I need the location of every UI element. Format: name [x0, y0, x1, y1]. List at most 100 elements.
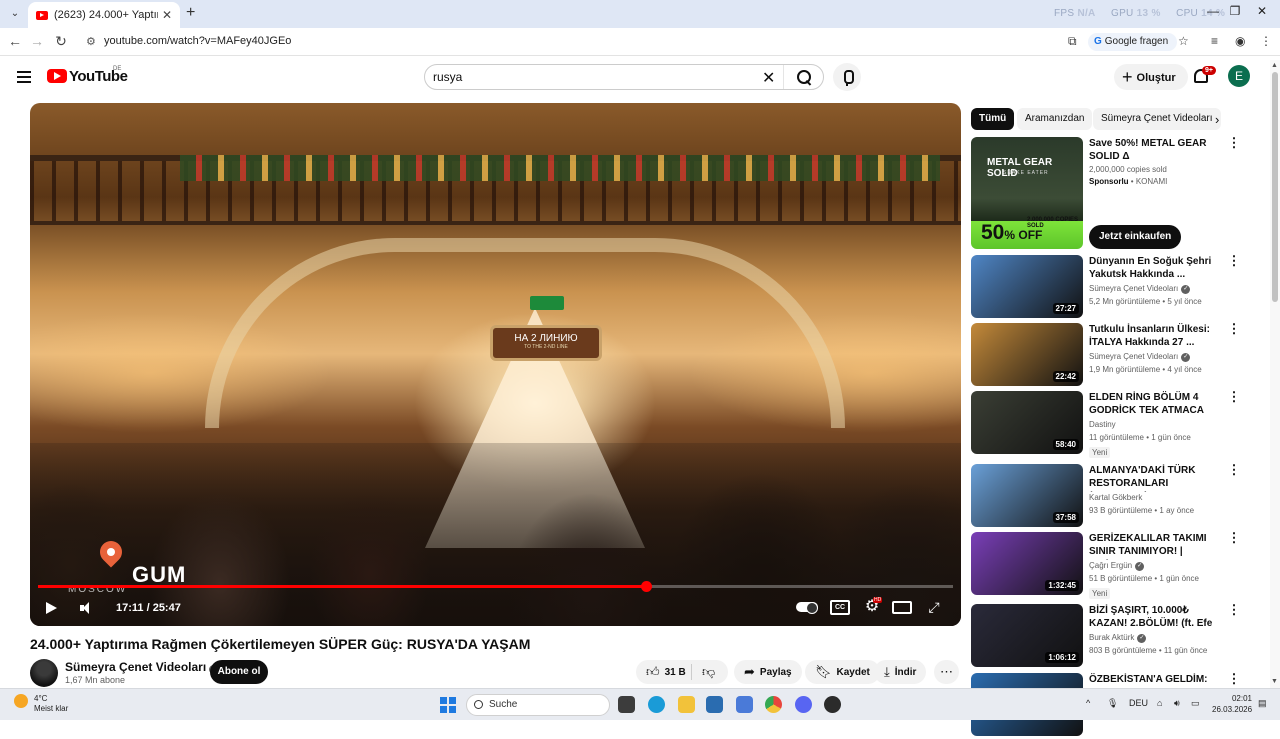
- weather-icon[interactable]: [14, 694, 28, 708]
- subtitles-icon[interactable]: CC: [830, 600, 850, 615]
- progress-scrubber[interactable]: [640, 581, 652, 592]
- subscribe-button[interactable]: Abone ol: [210, 660, 268, 684]
- app-icon[interactable]: [736, 696, 753, 713]
- download-button[interactable]: ⤓ İndir: [874, 660, 927, 684]
- ad-thumbnail[interactable]: METAL GEAR SOLID SNAKE EATER 2.000.000 C…: [971, 137, 1083, 249]
- task-view-icon[interactable]: [618, 696, 635, 713]
- account-avatar[interactable]: E: [1228, 65, 1250, 87]
- window-close-icon[interactable]: ✕: [1252, 4, 1272, 18]
- youtube-logo-icon[interactable]: [47, 69, 67, 83]
- fullscreen-icon[interactable]: ⤢: [924, 599, 944, 615]
- weather-widget[interactable]: 4°C Meist klar: [34, 694, 68, 714]
- discord-icon[interactable]: [795, 696, 812, 713]
- edge-icon[interactable]: [648, 696, 665, 713]
- obs-icon[interactable]: [824, 696, 841, 713]
- recommendation-item[interactable]: 37:58 ALMANYA'DAKİ TÜRK RESTORANLARI (HAM…: [971, 463, 1251, 530]
- search-clear-icon[interactable]: ✕: [762, 68, 775, 88]
- scroll-up-arrow-icon[interactable]: ▲: [1271, 62, 1278, 69]
- mic-tray-icon[interactable]: 🎙︎: [1107, 698, 1118, 709]
- speaker-icon[interactable]: 🔊︎: [1174, 698, 1180, 709]
- restore-icon[interactable]: ❐: [1225, 4, 1245, 18]
- chip-channel[interactable]: Sümeyra Çenet Videoları: [1093, 108, 1221, 130]
- minimize-icon[interactable]: —: [1203, 4, 1223, 18]
- ad-title[interactable]: Save 50%! METAL GEAR SOLID Δ: [1089, 137, 1223, 163]
- windows-start-icon[interactable]: [440, 697, 456, 713]
- recommendation-title[interactable]: GERİZEKALILAR TAKIMI SINIR TANIMIYOR! | …: [1089, 532, 1221, 560]
- notification-center-icon[interactable]: ▤: [1258, 698, 1267, 709]
- more-options-icon[interactable]: ⋮: [1227, 531, 1241, 544]
- miniplayer-icon[interactable]: [892, 601, 912, 614]
- tray-overflow-icon[interactable]: ^: [1086, 698, 1090, 708]
- store-icon[interactable]: [706, 696, 723, 713]
- install-app-icon[interactable]: ⧉: [1068, 34, 1077, 49]
- profile-icon[interactable]: ◉: [1235, 34, 1245, 48]
- microphone-icon[interactable]: [833, 63, 861, 91]
- recommendation-thumbnail[interactable]: 1:32:45: [971, 532, 1083, 595]
- new-tab-plus-icon[interactable]: +: [186, 4, 195, 22]
- like-button[interactable]: 👍︎ 31 B 👎︎: [636, 660, 728, 684]
- progress-bar[interactable]: [38, 581, 953, 592]
- recommendation-item[interactable]: 27:27 Dünyanın En Soğuk Şehri Yakutsk Hak…: [971, 254, 1251, 321]
- site-info-icon[interactable]: ⚙: [86, 35, 96, 48]
- tab-close-icon[interactable]: ✕: [162, 8, 172, 22]
- search-input[interactable]: [433, 70, 733, 84]
- recommendation-thumbnail[interactable]: 22:42: [971, 323, 1083, 386]
- recommendation-thumbnail[interactable]: 37:58: [971, 464, 1083, 527]
- search-icon[interactable]: [795, 68, 813, 86]
- chip-from-search[interactable]: Aramanızdan: [1017, 108, 1093, 130]
- save-button[interactable]: 🔖︎ Kaydet: [805, 660, 880, 684]
- more-options-icon[interactable]: ⋮: [1227, 322, 1241, 335]
- chip-all[interactable]: Tümü: [971, 108, 1015, 130]
- hamburger-menu-icon[interactable]: [17, 71, 31, 83]
- ad-cta-button[interactable]: Jetzt einkaufen: [1089, 225, 1182, 249]
- battery-icon[interactable]: ▭: [1191, 698, 1200, 709]
- recommendation-title[interactable]: ÖZBEKİSTAN'A GELDİM:: [1089, 673, 1221, 686]
- more-options-icon[interactable]: ⋮: [1227, 603, 1241, 616]
- recommendation-item[interactable]: 22:42 Tutkulu İnsanların Ülkesi: İTALYA H…: [971, 322, 1251, 389]
- bookmark-star-icon[interactable]: ☆: [1178, 34, 1189, 48]
- create-button[interactable]: + Oluştur: [1114, 64, 1188, 90]
- video-player[interactable]: НА 2 ЛИНИЮ TO THE 2-ND LINE GUM MOSCOW 1…: [30, 103, 961, 626]
- recommendation-title[interactable]: ALMANYA'DAKİ TÜRK RESTORANLARI (HAMBURG): [1089, 464, 1221, 492]
- url-text[interactable]: youtube.com/watch?v=MAFey40JGEo: [104, 35, 291, 47]
- channel-avatar[interactable]: [30, 659, 58, 687]
- scroll-down-arrow-icon[interactable]: ▼: [1271, 678, 1278, 685]
- reload-icon[interactable]: ↻: [52, 33, 70, 50]
- more-options-icon[interactable]: ⋮: [1227, 463, 1241, 476]
- system-clock[interactable]: 02:01 26.03.2026: [1212, 693, 1252, 715]
- play-icon[interactable]: [46, 602, 57, 614]
- more-options-icon[interactable]: ⋮: [1227, 254, 1241, 267]
- scrollbar-thumb[interactable]: [1272, 72, 1278, 302]
- more-actions-button[interactable]: ⋯: [934, 660, 959, 684]
- media-controls-icon[interactable]: ≡: [1211, 34, 1218, 48]
- recommendation-title[interactable]: Dünyanın En Soğuk Şehri Yakutsk Hakkında…: [1089, 255, 1221, 281]
- recommendation-item[interactable]: 1:32:45 GERİZEKALILAR TAKIMI SINIR TANIMI…: [971, 531, 1251, 599]
- recommendation-thumbnail[interactable]: 1:06:12: [971, 604, 1083, 667]
- recommendation-thumbnail[interactable]: 58:40: [971, 391, 1083, 454]
- recommendation-title[interactable]: BİZİ ŞAŞIRT, 10.000₺ KAZAN! 2.BÖLÜM! (ft…: [1089, 604, 1221, 632]
- volume-icon[interactable]: [80, 602, 94, 614]
- chrome-icon[interactable]: [765, 696, 782, 713]
- more-options-icon[interactable]: ⋮: [1227, 672, 1241, 685]
- google-ask-button[interactable]: G Google fragen: [1088, 33, 1178, 51]
- back-arrow-icon[interactable]: ←: [6, 33, 24, 49]
- recommendation-title[interactable]: Tutkulu İnsanların Ülkesi: İTALYA Hakkın…: [1089, 323, 1221, 349]
- forward-arrow-icon[interactable]: →: [28, 33, 46, 49]
- thumbs-down-icon[interactable]: 👎︎: [702, 660, 715, 684]
- page-scrollbar[interactable]: ▲ ▼: [1270, 60, 1280, 688]
- more-options-icon[interactable]: ⋮: [1227, 390, 1241, 403]
- language-indicator[interactable]: DEU: [1129, 698, 1148, 708]
- recommendation-item[interactable]: 1:06:12 BİZİ ŞAŞIRT, 10.000₺ KAZAN! 2.BÖL…: [971, 603, 1251, 670]
- file-explorer-icon[interactable]: [678, 696, 695, 713]
- recommendation-item[interactable]: 58:40 ELDEN RİNG BÖLÜM 4 GODRİCK TEK ATMA…: [971, 390, 1251, 458]
- share-button[interactable]: ➦ Paylaş: [734, 660, 802, 684]
- browser-menu-icon[interactable]: ⋮: [1260, 34, 1272, 48]
- recommendation-thumbnail[interactable]: 27:27: [971, 255, 1083, 318]
- network-icon[interactable]: ⌂: [1157, 698, 1162, 708]
- tab-search-chevron-icon[interactable]: ⌄: [6, 5, 24, 23]
- ad-more-options-icon[interactable]: ⋮: [1227, 136, 1241, 149]
- autoplay-toggle[interactable]: [796, 602, 818, 614]
- chips-next-arrow-icon[interactable]: ›: [1215, 112, 1219, 127]
- channel-name[interactable]: Sümeyra Çenet Videoları✓: [65, 660, 219, 674]
- browser-tab-active[interactable]: (2623) 24.000+ Yaptırıma Rağm ✕: [28, 2, 180, 28]
